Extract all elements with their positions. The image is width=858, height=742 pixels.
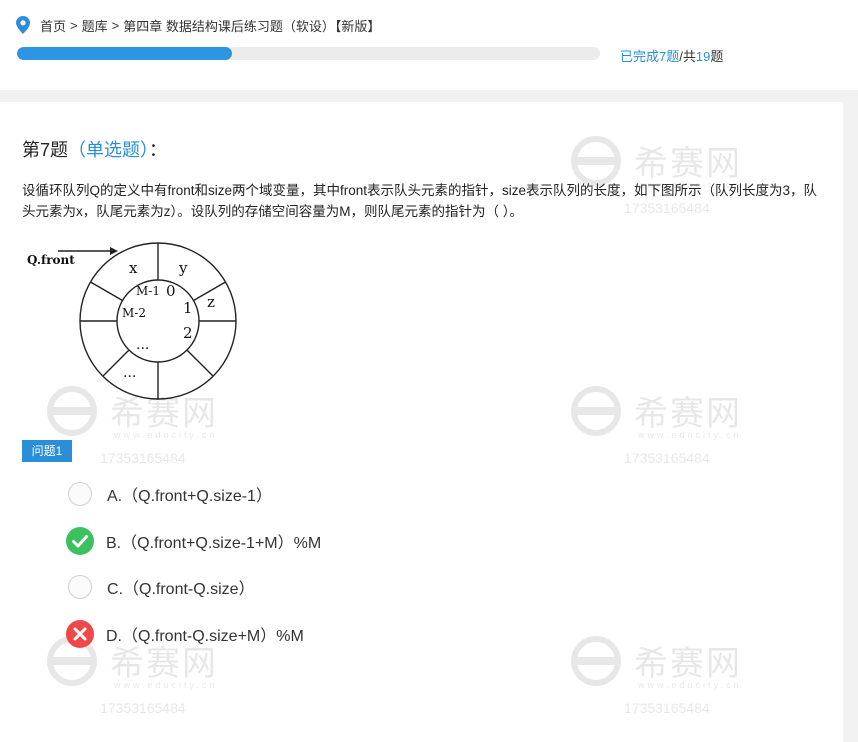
queue-index-label: ... [136,337,149,353]
watermark: 希赛网 www.educity.cn 17353165484 [568,636,768,726]
radio-unselected-icon[interactable] [68,482,92,506]
queue-index-label: M-2 [122,306,146,320]
watermark-site: www.educity.cn [638,680,742,690]
breadcrumb-home[interactable]: 首页 [40,16,66,35]
option-label: D.（Q.front-Q.size+M）%M [106,628,304,645]
queue-index-label: 1 [183,299,193,317]
watermark-brand: 希赛网 [634,145,742,183]
check-circle-icon [66,527,94,555]
watermark: 希赛网 www.educity.cn 17353165484 [568,386,768,476]
question-type: （单选题） [68,140,150,160]
progress-total-unit: 题 [710,49,724,64]
breadcrumb-separator: > [111,17,120,33]
top-bar: 首页 > 题库 > 第四章 数据结构课后练习题（软设）【新版】 已完成7题/共1… [0,0,858,90]
progress-completed: 已完成7题 [620,49,680,64]
breadcrumb-question-bank[interactable]: 题库 [82,16,108,35]
option-label: C.（Q.front-Q.size） [107,581,255,598]
question-title: 第7题（单选题）： [22,136,167,162]
watermark-phone: 17353165484 [100,450,186,466]
breadcrumb: 首页 > 题库 > 第四章 数据结构课后练习题（软设）【新版】 [16,14,380,36]
queue-cell-label: z [207,293,215,311]
queue-cell-label: x [129,259,138,277]
watermark-site: www.educity.cn [114,430,218,440]
option-d[interactable]: D.（Q.front-Q.size+M）%M [66,620,304,648]
progress-total-number: 19 [695,49,711,64]
watermark-phone: 17353165484 [624,700,710,716]
radio-unselected-icon[interactable] [68,575,92,599]
watermark-phone: 17353165484 [100,700,186,716]
option-b[interactable]: B.（Q.front+Q.size-1+M）%M [66,527,321,555]
question-number: 第7题 [22,140,69,160]
watermark-brand: 希赛网 [634,645,742,683]
progress-text: 已完成7题/共19题 [620,46,723,65]
watermark-logo-icon [571,136,621,186]
option-label: A.（Q.front+Q.size-1） [107,488,272,505]
queue-cell-label: ... [123,365,136,381]
progress-bar [17,47,600,60]
question-title-colon: ： [149,140,168,160]
watermark-brand: 希赛网 [634,395,742,433]
queue-index-label: 0 [166,282,176,300]
option-c[interactable]: C.（Q.front-Q.size） [66,573,255,601]
circular-queue-diagram: Q.front x y z M-1 0 M-2 1 2 ... ... [27,242,237,400]
watermark-logo-icon [571,386,621,436]
queue-cell-label: y [178,259,188,277]
question-text: 设循环队列Q的定义中有front和size两个域变量，其中front表示队头元素… [22,183,818,219]
queue-index-label: M-1 [136,284,160,298]
subquestion-tag: 问题1 [22,440,72,462]
queue-index-label: 2 [183,324,193,342]
watermark-logo-icon [571,636,621,686]
progress-bar-fill [17,47,232,60]
option-a[interactable]: A.（Q.front+Q.size-1） [66,480,272,508]
watermark-site: www.educity.cn [114,680,218,690]
question-card: 希赛网 www.educity.cn 17353165484 希赛网 www.e… [0,102,843,742]
breadcrumb-chapter[interactable]: 第四章 数据结构课后练习题（软设）【新版】 [123,16,380,35]
progress-total-prefix: /共 [679,49,696,64]
location-pin-icon [16,16,30,34]
front-pointer-label: Q.front [27,253,75,267]
watermark-site: www.educity.cn [638,430,742,440]
watermark: 希赛网 www.educity.cn 17353165484 [44,636,244,726]
option-label: B.（Q.front+Q.size-1+M）%M [106,535,322,552]
watermark-phone: 17353165484 [624,450,710,466]
breadcrumb-separator: > [70,17,78,33]
x-circle-icon [66,620,94,648]
